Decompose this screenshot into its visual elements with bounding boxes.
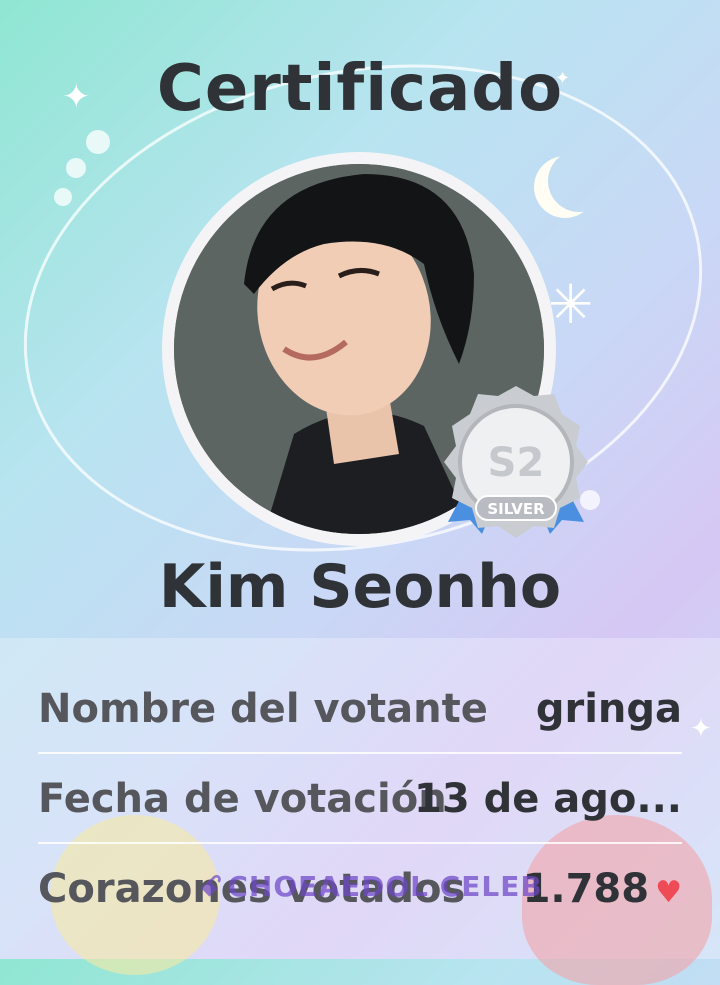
sparkle-icon: ✳ (548, 273, 594, 336)
vote-date-value: 13 de ago... (414, 776, 682, 822)
badge-tier-label: SILVER (487, 500, 545, 518)
silver-medal-icon: S2 SILVER (442, 384, 590, 550)
app-logo-icon: ꗃ (200, 870, 224, 903)
vote-date-label: Fecha de votación (38, 776, 447, 822)
watermark-text: CHOEAEDOL CELEB (227, 870, 543, 903)
voter-name-label: Nombre del votante (38, 686, 488, 732)
app-watermark: ꗃ CHOEAEDOL CELEB (200, 870, 543, 904)
hearts-voted-value-wrap: 1.788 ♥ (523, 866, 682, 912)
svg-text:S2: S2 (488, 440, 545, 486)
heart-icon: ♥ (655, 875, 682, 910)
vote-date-row: Fecha de votación 13 de ago... (38, 754, 682, 844)
celebrity-name: Kim Seonho (158, 552, 562, 622)
certificate-title: Certificado (156, 52, 564, 126)
orbit-dot (86, 130, 110, 154)
orbit-dot (66, 158, 86, 178)
crescent-moon-icon (548, 150, 610, 212)
orbit-dot (54, 188, 72, 206)
voter-name-value: gringa (535, 686, 682, 732)
voter-name-row: Nombre del votante gringa (38, 664, 682, 754)
